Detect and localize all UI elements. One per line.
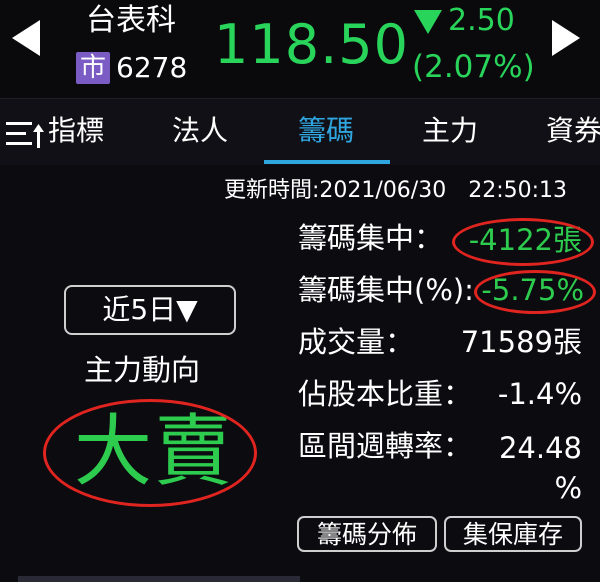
active-tab-indicator bbox=[264, 160, 390, 164]
tab-indicators[interactable]: 指標 bbox=[48, 98, 104, 164]
previous-stock-arrow-icon[interactable] bbox=[12, 20, 40, 56]
volume-value: 71589張 bbox=[460, 325, 582, 359]
tab-chips[interactable]: 籌碼 bbox=[298, 98, 354, 164]
volume-label: 成交量： bbox=[298, 325, 415, 359]
update-time: 更新時間:2021/06/30 22:50:13 bbox=[224, 178, 568, 203]
down-triangle-icon bbox=[414, 10, 442, 34]
chip-concentration-label: 籌碼集中： bbox=[298, 221, 444, 255]
stock-code: 6278 bbox=[116, 51, 188, 84]
scroll-indicator[interactable] bbox=[18, 576, 300, 582]
highlight-circle bbox=[43, 399, 257, 507]
indicator-menu-icon[interactable] bbox=[6, 118, 44, 150]
turnover-unit: % bbox=[554, 471, 582, 505]
next-stock-arrow-icon[interactable] bbox=[552, 20, 580, 56]
chip-concentration-pct-label: 籌碼集中(%): bbox=[298, 273, 474, 307]
custody-inventory-button[interactable]: 集保庫存 bbox=[444, 516, 582, 552]
chip-distribution-button[interactable]: 籌碼分佈 bbox=[297, 516, 437, 552]
price-change-percent: (2.07%) bbox=[412, 49, 535, 85]
stock-price: 118.50 bbox=[214, 13, 409, 76]
tab-main-force[interactable]: 主力 bbox=[422, 98, 478, 164]
turnover-label: 區間週轉率： bbox=[298, 429, 473, 463]
price-change: 2.50 bbox=[448, 3, 515, 38]
turnover-value: 24.48 bbox=[498, 431, 582, 465]
market-badge: 市 bbox=[76, 52, 110, 84]
highlight-circle bbox=[474, 270, 596, 314]
capital-ratio-value: -1.4% bbox=[497, 377, 582, 411]
highlight-circle bbox=[452, 218, 594, 266]
stock-name: 台表科 bbox=[86, 3, 176, 38]
main-force-direction-label: 主力動向 bbox=[84, 353, 201, 387]
period-dropdown[interactable]: 近5日▼ bbox=[64, 285, 236, 335]
capital-ratio-label: 佔股本比重： bbox=[298, 377, 473, 411]
tab-margin[interactable]: 資券 bbox=[546, 98, 600, 164]
tab-institutional[interactable]: 法人 bbox=[172, 98, 228, 164]
